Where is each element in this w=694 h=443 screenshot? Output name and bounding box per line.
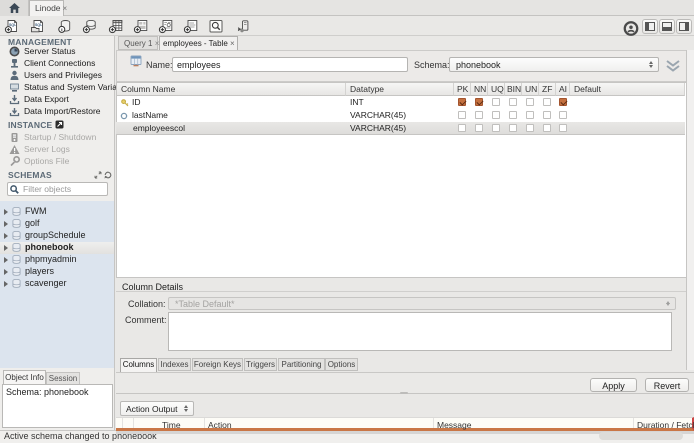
svg-text:SQL: SQL [9,23,17,27]
svg-text:SQL: SQL [35,23,43,27]
